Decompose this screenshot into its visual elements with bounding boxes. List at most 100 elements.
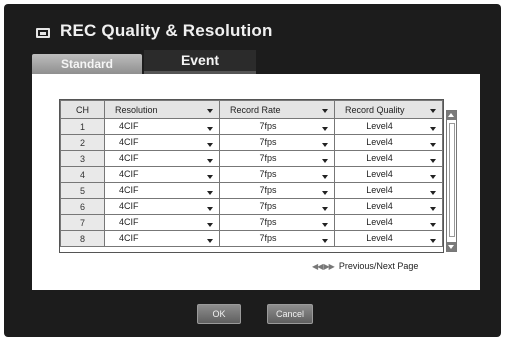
resolution-select[interactable]: 4CIF <box>104 150 220 167</box>
resolution-value: 4CIF <box>119 169 139 179</box>
button-bar: OK Cancel <box>4 294 501 334</box>
chevron-down-icon <box>430 109 436 113</box>
record-quality-select[interactable]: Level4 <box>334 118 443 135</box>
chevron-down-icon <box>322 223 328 227</box>
table-row: 6 4CIF 7fps Level4 <box>60 198 443 215</box>
record-quality-select[interactable]: Level4 <box>334 166 443 183</box>
chevron-down-icon <box>207 207 213 211</box>
chevron-down-icon <box>207 223 213 227</box>
content-panel: CH Resolution Record Rate Record Quality… <box>32 74 480 290</box>
record-rate-value: 7fps <box>259 217 277 227</box>
ok-button[interactable]: OK <box>197 304 241 324</box>
resolution-value: 4CIF <box>119 121 139 131</box>
record-quality-value: Level4 <box>366 201 393 211</box>
chevron-down-icon <box>430 207 436 211</box>
header-record-quality[interactable]: Record Quality <box>334 100 443 119</box>
resolution-value: 4CIF <box>119 137 139 147</box>
record-quality-value: Level4 <box>366 185 393 195</box>
chevron-down-icon <box>430 159 436 163</box>
table-row: 5 4CIF 7fps Level4 <box>60 182 443 199</box>
resolution-value: 4CIF <box>119 153 139 163</box>
record-quality-select[interactable]: Level4 <box>334 150 443 167</box>
resolution-value: 4CIF <box>119 185 139 195</box>
resolution-select[interactable]: 4CIF <box>104 134 220 151</box>
chevron-down-icon <box>430 127 436 131</box>
tab-bar: Standard Event <box>32 50 262 74</box>
header-record-rate[interactable]: Record Rate <box>219 100 335 119</box>
table-scrollbar[interactable] <box>446 110 457 252</box>
chevron-down-icon <box>322 191 328 195</box>
chevron-down-icon <box>322 159 328 163</box>
header-record-rate-label: Record Rate <box>230 104 281 115</box>
chevron-down-icon <box>207 191 213 195</box>
tab-event[interactable]: Event <box>144 50 256 74</box>
resolution-select[interactable]: 4CIF <box>104 230 220 247</box>
record-rate-value: 7fps <box>259 233 277 243</box>
record-rate-select[interactable]: 7fps <box>219 166 335 183</box>
record-quality-select[interactable]: Level4 <box>334 230 443 247</box>
header-resolution[interactable]: Resolution <box>104 100 220 119</box>
chevron-down-icon <box>322 207 328 211</box>
record-rate-value: 7fps <box>259 169 277 179</box>
record-quality-select[interactable]: Level4 <box>334 182 443 199</box>
channel-number: 1 <box>60 118 105 135</box>
resolution-select[interactable]: 4CIF <box>104 118 220 135</box>
channel-number: 2 <box>60 134 105 151</box>
chevron-down-icon <box>430 223 436 227</box>
record-rate-select[interactable]: 7fps <box>219 182 335 199</box>
record-rate-select[interactable]: 7fps <box>219 230 335 247</box>
table-row: 1 4CIF 7fps Level4 <box>60 118 443 135</box>
record-quality-value: Level4 <box>366 169 393 179</box>
scroll-down-icon[interactable] <box>447 242 456 251</box>
resolution-select[interactable]: 4CIF <box>104 182 220 199</box>
chevron-down-icon <box>207 175 213 179</box>
table-header-row: CH Resolution Record Rate Record Quality <box>60 100 443 119</box>
record-quality-value: Level4 <box>366 121 393 131</box>
record-rate-select[interactable]: 7fps <box>219 214 335 231</box>
chevron-down-icon <box>322 127 328 131</box>
chevron-down-icon <box>322 175 328 179</box>
channel-number: 7 <box>60 214 105 231</box>
record-quality-select[interactable]: Level4 <box>334 198 443 215</box>
record-quality-value: Level4 <box>366 137 393 147</box>
header-ch: CH <box>60 100 105 119</box>
chevron-down-icon <box>322 143 328 147</box>
cancel-button[interactable]: Cancel <box>267 304 313 324</box>
chevron-down-icon <box>207 239 213 243</box>
channel-table: CH Resolution Record Rate Record Quality… <box>59 99 444 253</box>
record-quality-select[interactable]: Level4 <box>334 134 443 151</box>
channel-number: 6 <box>60 198 105 215</box>
record-rate-select[interactable]: 7fps <box>219 150 335 167</box>
scroll-thumb[interactable] <box>449 123 455 237</box>
channel-number: 5 <box>60 182 105 199</box>
channel-number: 4 <box>60 166 105 183</box>
record-quality-value: Level4 <box>366 217 393 227</box>
resolution-select[interactable]: 4CIF <box>104 214 220 231</box>
record-rate-select[interactable]: 7fps <box>219 118 335 135</box>
record-rate-select[interactable]: 7fps <box>219 198 335 215</box>
record-rate-select[interactable]: 7fps <box>219 134 335 151</box>
table-row: 2 4CIF 7fps Level4 <box>60 134 443 151</box>
chevron-down-icon <box>430 143 436 147</box>
chevron-down-icon <box>430 239 436 243</box>
table-row: 7 4CIF 7fps Level4 <box>60 214 443 231</box>
table-row: 8 4CIF 7fps Level4 <box>60 230 443 247</box>
resolution-value: 4CIF <box>119 217 139 227</box>
prev-next-page[interactable]: ◀◀ ▶▶ Previous/Next Page <box>312 261 418 271</box>
scroll-up-icon[interactable] <box>447 111 456 120</box>
resolution-select[interactable]: 4CIF <box>104 166 220 183</box>
tab-standard[interactable]: Standard <box>32 54 142 74</box>
chevron-down-icon <box>207 109 213 113</box>
channel-number: 3 <box>60 150 105 167</box>
record-quality-value: Level4 <box>366 233 393 243</box>
prev-next-icon: ◀◀ ▶▶ <box>312 262 335 271</box>
record-rate-value: 7fps <box>259 121 277 131</box>
resolution-value: 4CIF <box>119 233 139 243</box>
monitor-icon <box>36 28 50 38</box>
resolution-select[interactable]: 4CIF <box>104 198 220 215</box>
record-quality-value: Level4 <box>366 153 393 163</box>
record-rate-value: 7fps <box>259 153 277 163</box>
table-row: 3 4CIF 7fps Level4 <box>60 150 443 167</box>
channel-number: 8 <box>60 230 105 247</box>
record-quality-select[interactable]: Level4 <box>334 214 443 231</box>
